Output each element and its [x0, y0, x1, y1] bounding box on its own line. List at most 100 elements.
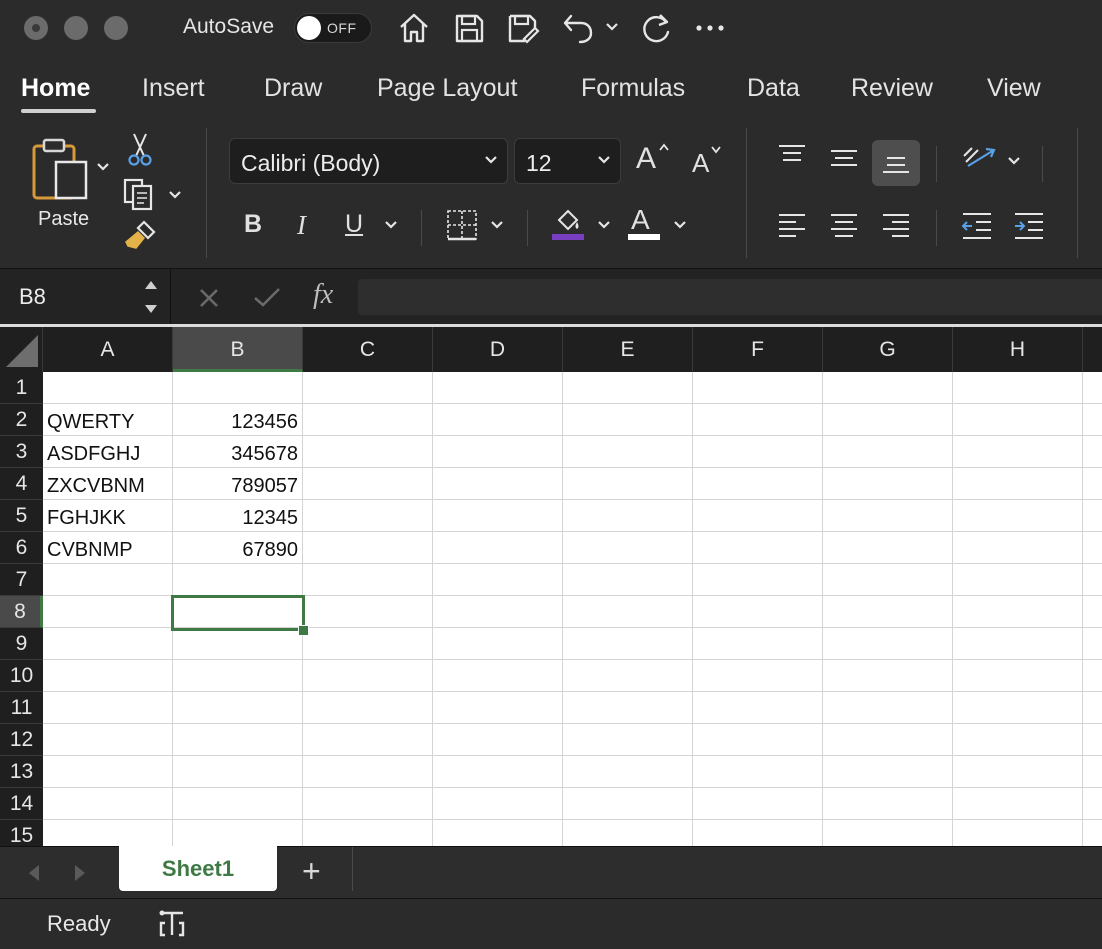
cell-e15[interactable] [563, 820, 693, 846]
column-header-partial[interactable] [1083, 327, 1102, 372]
more-icon[interactable] [694, 22, 726, 34]
cell-e1[interactable] [563, 372, 693, 404]
cell-e5[interactable] [563, 500, 693, 532]
row-header-2[interactable]: 2 [0, 404, 43, 436]
cell-e2[interactable] [563, 404, 693, 436]
row-header-1[interactable]: 1 [0, 372, 43, 404]
cell-h13[interactable] [953, 756, 1083, 788]
column-header-d[interactable]: D [433, 327, 563, 372]
cell-e12[interactable] [563, 724, 693, 756]
home-icon[interactable] [397, 10, 431, 46]
row-header-10[interactable]: 10 [0, 660, 43, 692]
cell-c5[interactable] [303, 500, 433, 532]
cell[interactable] [1083, 692, 1102, 724]
cell-e7[interactable] [563, 564, 693, 596]
bold-button[interactable]: B [244, 210, 262, 239]
cell-g15[interactable] [823, 820, 953, 846]
row-header-15[interactable]: 15 [0, 820, 43, 846]
cell-d7[interactable] [433, 564, 563, 596]
zoom-window-button[interactable] [104, 16, 128, 40]
row-header-13[interactable]: 13 [0, 756, 43, 788]
scroll-sheets-right-icon[interactable] [72, 863, 88, 883]
cell-b5[interactable]: 12345 [173, 500, 303, 532]
cell-a6[interactable]: CVBNMP [43, 532, 173, 564]
cell-b13[interactable] [173, 756, 303, 788]
increase-indent-icon[interactable] [1012, 210, 1046, 242]
cell-f7[interactable] [693, 564, 823, 596]
autosave-toggle[interactable]: OFF [294, 13, 372, 43]
row-header-8[interactable]: 8 [0, 596, 43, 628]
cell-h2[interactable] [953, 404, 1083, 436]
row-header-7[interactable]: 7 [0, 564, 43, 596]
cell[interactable] [1083, 820, 1102, 846]
align-right-icon[interactable] [880, 210, 912, 242]
cell[interactable] [1083, 788, 1102, 820]
cell-a9[interactable] [43, 628, 173, 660]
cell[interactable] [1083, 436, 1102, 468]
align-middle-icon[interactable] [828, 146, 860, 174]
cell[interactable] [1083, 532, 1102, 564]
column-header-b[interactable]: B [173, 327, 303, 372]
cell-a7[interactable] [43, 564, 173, 596]
cell-e4[interactable] [563, 468, 693, 500]
cell-c15[interactable] [303, 820, 433, 846]
cell-c10[interactable] [303, 660, 433, 692]
cell-f1[interactable] [693, 372, 823, 404]
tab-home[interactable]: Home [21, 74, 90, 103]
close-window-button[interactable] [24, 16, 48, 40]
cell-c8[interactable] [303, 596, 433, 628]
cell[interactable] [1083, 372, 1102, 404]
row-header-14[interactable]: 14 [0, 788, 43, 820]
cell[interactable] [1083, 628, 1102, 660]
cell-f14[interactable] [693, 788, 823, 820]
cell-h6[interactable] [953, 532, 1083, 564]
row-header-3[interactable]: 3 [0, 436, 43, 468]
cell-g6[interactable] [823, 532, 953, 564]
decrease-indent-icon[interactable] [960, 210, 994, 242]
cell-c12[interactable] [303, 724, 433, 756]
cell-h9[interactable] [953, 628, 1083, 660]
undo-dropdown-chevron-icon[interactable] [604, 20, 620, 34]
cell-a13[interactable] [43, 756, 173, 788]
cell-b3[interactable]: 345678 [173, 436, 303, 468]
cell-e11[interactable] [563, 692, 693, 724]
cell-b15[interactable] [173, 820, 303, 846]
cell-f5[interactable] [693, 500, 823, 532]
cell-h8[interactable] [953, 596, 1083, 628]
cell-e6[interactable] [563, 532, 693, 564]
cell-b1[interactable] [173, 372, 303, 404]
fill-handle[interactable] [298, 625, 309, 636]
cell-a15[interactable] [43, 820, 173, 846]
font-color-button[interactable]: A [626, 204, 662, 244]
cell-a1[interactable] [43, 372, 173, 404]
tab-formulas[interactable]: Formulas [581, 74, 685, 103]
cell-g13[interactable] [823, 756, 953, 788]
underline-button[interactable]: U [345, 210, 363, 239]
cell-h10[interactable] [953, 660, 1083, 692]
cell[interactable] [1083, 756, 1102, 788]
row-header-12[interactable]: 12 [0, 724, 43, 756]
format-painter-icon[interactable] [122, 218, 158, 254]
cell[interactable] [1083, 660, 1102, 692]
cell-a14[interactable] [43, 788, 173, 820]
cell-d14[interactable] [433, 788, 563, 820]
cell-c3[interactable] [303, 436, 433, 468]
orientation-icon[interactable] [960, 142, 998, 178]
insert-function-button[interactable]: fx [313, 279, 333, 311]
italic-button[interactable]: I [297, 210, 306, 241]
cell-b6[interactable]: 67890 [173, 532, 303, 564]
cell-g5[interactable] [823, 500, 953, 532]
cell-g1[interactable] [823, 372, 953, 404]
column-header-h[interactable]: H [953, 327, 1083, 372]
cell-f8[interactable] [693, 596, 823, 628]
cell-b14[interactable] [173, 788, 303, 820]
cell-e14[interactable] [563, 788, 693, 820]
paste-label[interactable]: Paste [38, 208, 89, 231]
cell-h14[interactable] [953, 788, 1083, 820]
cell-f4[interactable] [693, 468, 823, 500]
orientation-dropdown-chevron-icon[interactable] [1006, 154, 1022, 168]
cell-c14[interactable] [303, 788, 433, 820]
cell-g8[interactable] [823, 596, 953, 628]
cell[interactable] [1083, 724, 1102, 756]
cell-d6[interactable] [433, 532, 563, 564]
